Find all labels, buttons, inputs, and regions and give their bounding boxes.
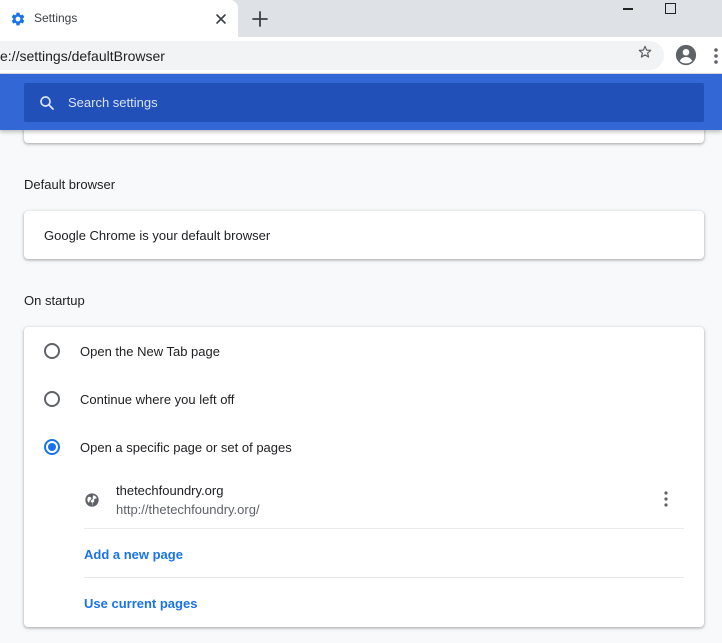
search-icon — [40, 96, 54, 110]
startup-page-name: thetechfoundry.org — [116, 483, 224, 498]
new-tab-plus-icon[interactable] — [251, 10, 269, 28]
radio-new-tab[interactable] — [44, 343, 60, 359]
radio-label: Continue where you left off — [80, 392, 235, 407]
tab-title: Settings — [34, 11, 78, 25]
startup-page-row: thetechfoundry.org http://thetechfoundry… — [84, 473, 684, 529]
minimize-window-icon[interactable] — [623, 8, 633, 10]
browser-menu-icon[interactable] — [713, 47, 719, 65]
browser-toolbar: e://settings/defaultBrowser — [0, 37, 722, 74]
use-current-pages-link[interactable]: Use current pages — [84, 596, 197, 611]
settings-header — [0, 74, 722, 130]
default-browser-card: Google Chrome is your default browser — [24, 211, 704, 259]
on-startup-card: Open the New Tab page Continue where you… — [24, 327, 704, 627]
search-box[interactable] — [24, 83, 704, 122]
globe-icon — [85, 493, 99, 507]
add-page-row: Add a new page — [84, 529, 684, 578]
startup-option-continue[interactable]: Continue where you left off — [24, 375, 704, 423]
bookmark-star-icon[interactable] — [637, 44, 653, 60]
gear-icon — [11, 12, 25, 26]
radio-specific-pages[interactable] — [44, 439, 60, 455]
tab-strip: Settings — [0, 0, 722, 37]
radio-label: Open the New Tab page — [80, 344, 220, 359]
on-startup-title: On startup — [24, 293, 85, 308]
address-bar[interactable]: e://settings/defaultBrowser — [0, 41, 664, 70]
maximize-window-icon[interactable] — [665, 3, 676, 14]
radio-label: Open a specific page or set of pages — [80, 440, 292, 455]
tab-settings[interactable]: Settings — [0, 0, 238, 37]
radio-continue[interactable] — [44, 391, 60, 407]
profile-avatar-icon[interactable] — [675, 44, 697, 66]
startup-option-new-tab[interactable]: Open the New Tab page — [24, 327, 704, 375]
startup-option-specific-pages[interactable]: Open a specific page or set of pages — [24, 423, 704, 471]
add-new-page-link[interactable]: Add a new page — [84, 547, 183, 562]
default-browser-title: Default browser — [24, 177, 116, 192]
more-vert-icon[interactable] — [664, 491, 668, 507]
url-text[interactable]: e://settings/defaultBrowser — [0, 48, 165, 64]
default-browser-status: Google Chrome is your default browser — [44, 228, 271, 243]
close-icon[interactable] — [213, 11, 229, 27]
use-current-row: Use current pages — [84, 578, 684, 627]
startup-page-url: http://thetechfoundry.org/ — [116, 502, 260, 517]
search-input[interactable] — [68, 83, 688, 122]
